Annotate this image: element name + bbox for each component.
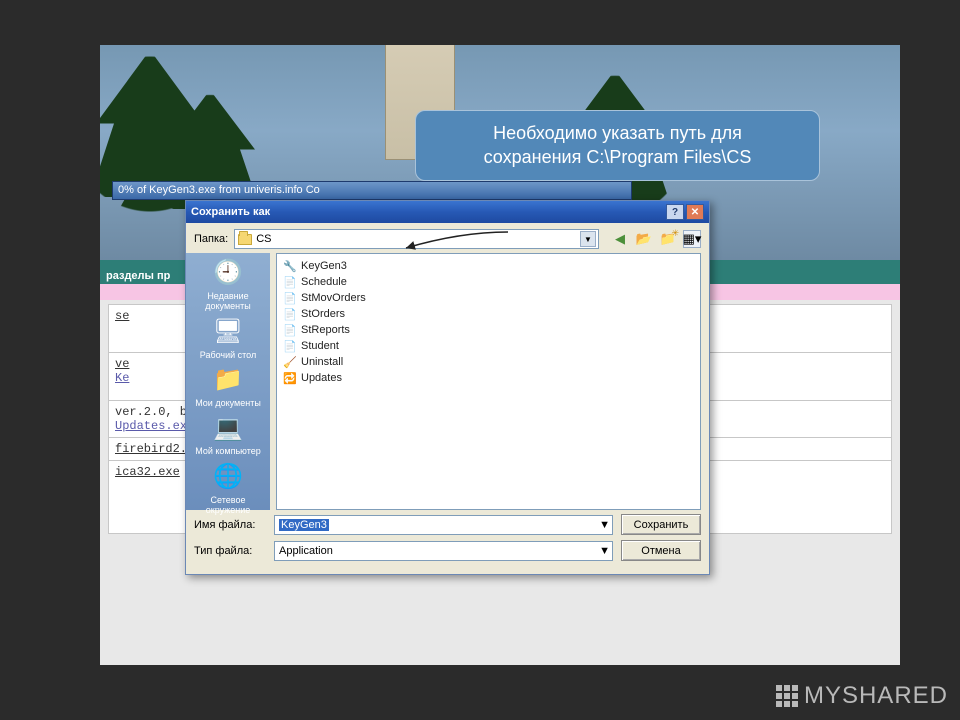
filename-input[interactable]: KeyGen3▼ (274, 515, 613, 535)
help-button[interactable]: ? (666, 204, 684, 220)
list-item[interactable]: 📄StMovOrders (283, 290, 694, 306)
instruction-callout: Необходимо указать путь для сохранения C… (415, 110, 820, 181)
list-item[interactable]: 📄StOrders (283, 306, 694, 322)
chevron-down-icon[interactable]: ▼ (599, 545, 610, 557)
list-item[interactable]: 📄Schedule (283, 274, 694, 290)
app-icon: 📄 (283, 307, 297, 321)
list-item[interactable]: 🔁Updates (283, 370, 694, 386)
new-folder-icon[interactable]: 📁✳ (659, 230, 677, 248)
cancel-button[interactable]: Отмена (621, 540, 701, 561)
file-link[interactable]: se (115, 309, 129, 323)
app-icon: 📄 (283, 275, 297, 289)
places-network[interactable]: 🌐Сетевое окружение (190, 461, 266, 516)
places-recent[interactable]: 🕘Недавние документы (190, 257, 266, 312)
file-link[interactable]: ve (115, 357, 129, 371)
app-icon: 📄 (283, 291, 297, 305)
app-icon: 📄 (283, 323, 297, 337)
views-button[interactable]: ▦▾ (683, 230, 701, 248)
file-link[interactable]: Updates.exe (115, 419, 194, 433)
callout-arrow-icon (400, 230, 510, 252)
places-computer[interactable]: 💻Мой компьютер (190, 412, 266, 456)
file-link[interactable]: ica32.exe (115, 465, 180, 479)
filename-label: Имя файла: (194, 519, 266, 531)
folder-icon (238, 234, 252, 245)
list-item[interactable]: 📄StReports (283, 322, 694, 338)
save-button[interactable]: Сохранить (621, 514, 701, 535)
save-as-dialog: Сохранить как ? ✕ Папка: CS ▼ ◀ 📂 📁✳ ▦▾ … (185, 200, 710, 575)
list-item[interactable]: 📄Student (283, 338, 694, 354)
app-icon: 🔧 (283, 259, 297, 273)
download-progress-titlebar: 0% of KeyGen3.exe from univeris.info Co (112, 181, 632, 200)
up-folder-icon[interactable]: 📂 (635, 230, 653, 248)
desktop-icon: 🖥 (213, 318, 243, 346)
chevron-down-icon[interactable]: ▼ (580, 231, 596, 247)
recent-icon: 🕘 (213, 259, 243, 287)
list-item[interactable]: 🧹Uninstall (283, 354, 694, 370)
file-list[interactable]: 🔧KeyGen3 📄Schedule 📄StMovOrders 📄StOrder… (276, 253, 701, 510)
dialog-title: Сохранить как (191, 206, 270, 218)
updates-icon: 🔁 (283, 371, 297, 385)
close-button[interactable]: ✕ (686, 204, 704, 220)
chevron-down-icon[interactable]: ▼ (599, 519, 610, 531)
list-item[interactable]: 🔧KeyGen3 (283, 258, 694, 274)
places-bar: 🕘Недавние документы 🖥Рабочий стол 📁Мои д… (186, 253, 270, 510)
watermark: MYSHARED (776, 682, 948, 710)
filetype-select[interactable]: Application▼ (274, 541, 613, 561)
app-icon: 📄 (283, 339, 297, 353)
filetype-label: Тип файла: (194, 545, 266, 557)
documents-icon: 📁 (213, 366, 243, 394)
network-icon: 🌐 (213, 463, 243, 491)
dialog-titlebar[interactable]: Сохранить как ? ✕ (186, 201, 709, 223)
back-icon[interactable]: ◀ (611, 230, 629, 248)
folder-label: Папка: (194, 233, 228, 245)
places-documents[interactable]: 📁Мои документы (190, 364, 266, 408)
computer-icon: 💻 (213, 415, 243, 443)
uninstall-icon: 🧹 (283, 355, 297, 369)
places-desktop[interactable]: 🖥Рабочий стол (190, 316, 266, 360)
file-link[interactable]: Ke (115, 371, 129, 385)
